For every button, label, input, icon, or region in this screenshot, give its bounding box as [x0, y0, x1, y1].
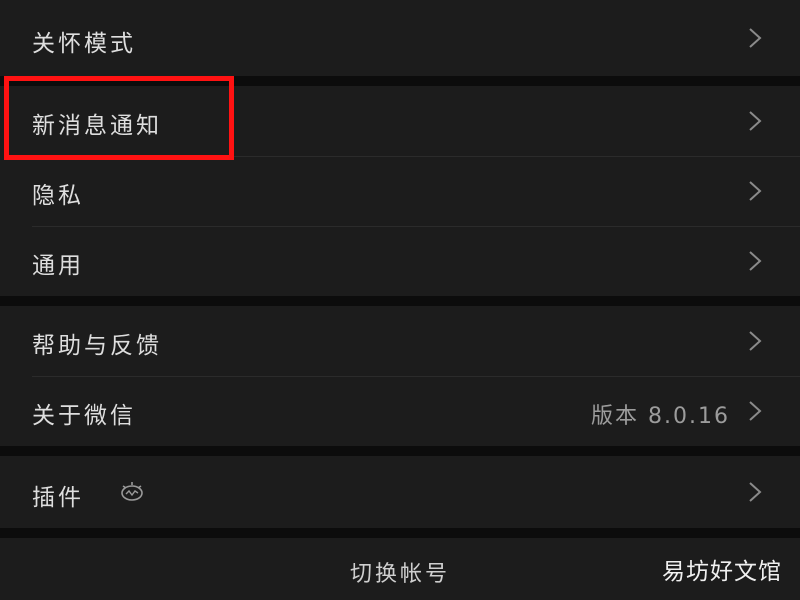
- settings-item-plugins[interactable]: 插件: [0, 456, 800, 528]
- highlight-box: [4, 76, 234, 160]
- settings-group-plugins: 插件: [0, 456, 800, 528]
- settings-group-help: 帮助与反馈 关于微信 版本 8.0.16: [0, 306, 800, 446]
- version-value: 版本 8.0.16: [591, 404, 730, 429]
- chevron-right-icon: [746, 250, 764, 272]
- chevron-right-icon: [746, 400, 764, 422]
- chevron-right-icon: [746, 27, 764, 49]
- chevron-right-icon: [746, 110, 764, 132]
- settings-item-label: 关于微信: [32, 403, 136, 429]
- chevron-right-icon: [746, 330, 764, 352]
- chevron-right-icon: [746, 481, 764, 503]
- settings-item-privacy[interactable]: 隐私: [0, 156, 800, 226]
- settings-item-label: 隐私: [32, 183, 84, 209]
- settings-item-label: 通用: [32, 253, 84, 279]
- watermark-text: 易坊好文馆: [662, 559, 782, 585]
- settings-item-care-mode[interactable]: 关怀模式: [0, 0, 800, 76]
- settings-item-general[interactable]: 通用: [0, 226, 800, 296]
- settings-item-label: 帮助与反馈: [32, 333, 162, 359]
- plugin-icon: [118, 480, 146, 504]
- settings-item-help-feedback[interactable]: 帮助与反馈: [0, 306, 800, 376]
- settings-item-about-wechat[interactable]: 关于微信 版本 8.0.16: [0, 376, 800, 446]
- settings-group-care: 关怀模式: [0, 0, 800, 76]
- chevron-right-icon: [746, 180, 764, 202]
- settings-item-label: 关怀模式: [32, 31, 136, 57]
- settings-item-label: 插件: [32, 485, 84, 511]
